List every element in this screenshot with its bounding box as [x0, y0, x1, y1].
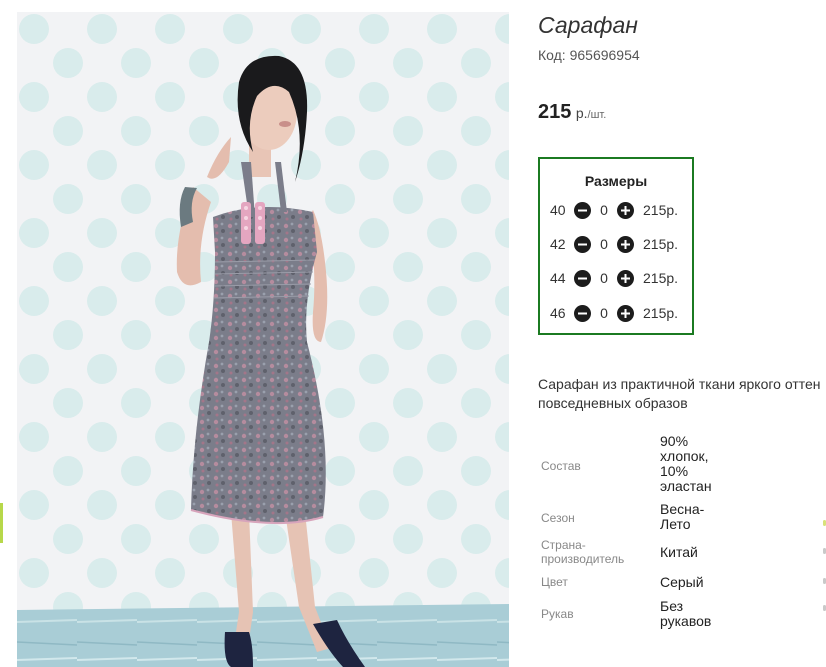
price-currency: р. [575, 105, 588, 121]
spec-value-color: Серый [660, 575, 730, 590]
sizes-title: Размеры [584, 173, 648, 189]
product-page: Сарафан Код: 965696954 215 р./шт. Размер… [0, 0, 826, 667]
price-unit: р./шт. [576, 105, 606, 121]
size-row-46: 46 0 215р. [550, 302, 678, 324]
minus-circle-icon[interactable] [574, 235, 591, 253]
size-label: 40 [550, 202, 566, 218]
spec-value-season: Весна- Лето [660, 502, 730, 532]
spec-label-line: Страна- [541, 538, 586, 552]
spec-value-line: Серый [660, 574, 704, 590]
product-image [17, 12, 509, 667]
minus-circle-icon[interactable] [574, 304, 591, 322]
size-label: 42 [550, 236, 566, 252]
minus-circle-icon[interactable] [574, 201, 591, 219]
size-price: 215р. [643, 202, 679, 218]
spec-value-sleeve: Без рукавов [660, 599, 730, 629]
spec-value-line: Китай [660, 544, 698, 560]
spec-label-line: Сезон [541, 511, 575, 525]
spec-value-country: Китай [660, 545, 730, 560]
spec-label-season: Сезон [541, 511, 651, 525]
description-line: повседневных образов [538, 395, 688, 411]
quantity-value[interactable]: 0 [591, 236, 617, 252]
size-price: 215р. [643, 236, 679, 252]
spec-value-line: рукавов [660, 613, 712, 629]
size-label: 46 [550, 305, 566, 321]
size-label: 44 [550, 270, 566, 286]
plus-circle-icon[interactable] [617, 201, 634, 219]
product-photo[interactable] [17, 12, 509, 667]
spec-value-line: эластан [660, 478, 712, 494]
spec-value-line: хлопок, [660, 448, 709, 464]
size-price: 215р. [643, 305, 679, 321]
spec-label-composition: Состав [541, 459, 581, 473]
quantity-value[interactable]: 0 [591, 305, 617, 321]
spec-value-line: Весна- [660, 501, 705, 517]
price-per-unit: /шт. [587, 109, 607, 121]
product-title: Сарафан [538, 12, 638, 38]
price-value: 215 [538, 101, 572, 123]
size-row-42: 42 0 215р. [550, 233, 678, 255]
description-line: Сарафан из практичной ткани яркого оттен [538, 376, 821, 392]
spec-value-line: 10% [660, 463, 689, 479]
quantity-value[interactable]: 0 [591, 202, 617, 218]
product-price: 215 р./шт. [538, 101, 606, 124]
spec-label-line: Цвет [541, 575, 568, 589]
size-price: 215р. [643, 270, 679, 286]
spec-label-sleeve: Рукав [541, 607, 651, 621]
plus-circle-icon[interactable] [617, 235, 634, 253]
spec-value-composition: 90% хлопок, 10% эластан [660, 434, 730, 494]
spec-value-line: Без [660, 598, 684, 614]
plus-circle-icon[interactable] [617, 269, 634, 287]
edge-marker [0, 503, 3, 543]
spec-label-color: Цвет [541, 575, 651, 589]
spec-label-country: Страна- производитель [541, 538, 651, 566]
size-row-40: 40 0 215р. [550, 199, 678, 221]
spec-label-line: Рукав [541, 607, 574, 621]
spec-value-line: Лето [660, 516, 691, 532]
spec-value-line: 90% [660, 433, 689, 449]
minus-circle-icon[interactable] [574, 269, 591, 287]
product-sku: Код: 965696954 [538, 47, 640, 63]
quantity-value[interactable]: 0 [591, 270, 617, 286]
plus-circle-icon[interactable] [617, 304, 634, 322]
product-description: Сарафан из практичной ткани яркого оттен… [538, 375, 826, 413]
sizes-panel: Размеры 40 0 215р. 42 0 215р. 44 0 215р.… [538, 157, 694, 335]
size-row-44: 44 0 215р. [550, 267, 678, 289]
spec-label-line: производитель [541, 552, 625, 566]
